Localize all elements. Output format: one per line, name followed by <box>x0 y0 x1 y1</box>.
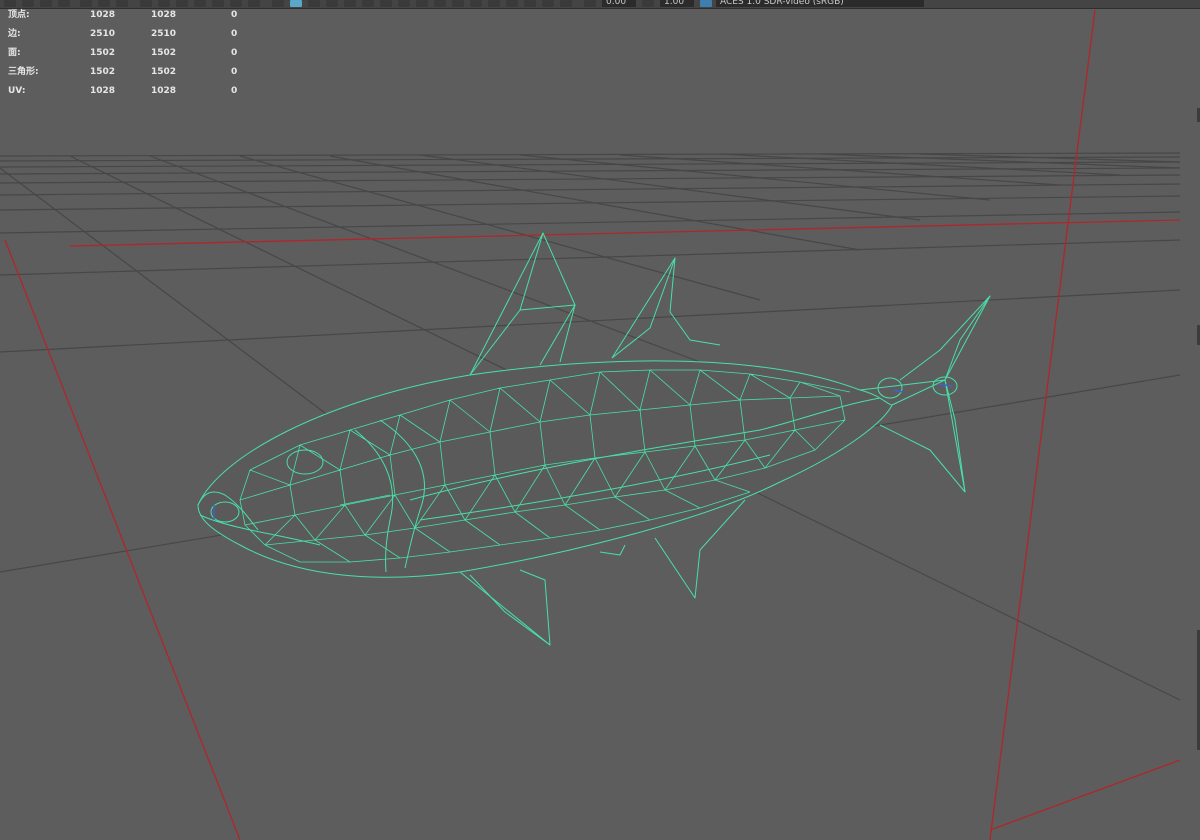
field-chart-icon[interactable] <box>212 0 224 7</box>
hud-row-faces: 面: 1502 1502 0 <box>0 46 260 60</box>
hud-row-triangles: 三角形: 1502 1502 0 <box>0 65 260 79</box>
camera-attributes-icon[interactable] <box>116 0 128 7</box>
scene-canvas[interactable] <box>0 0 1200 840</box>
exposure-field[interactable]: 1.00 <box>660 0 694 7</box>
fish-mesh[interactable] <box>197 232 991 646</box>
hud-value-object: 1502 <box>90 48 116 58</box>
film-gate-icon[interactable] <box>158 0 170 7</box>
exposure-icon[interactable] <box>642 0 654 7</box>
smooth-shade-icon[interactable] <box>290 0 302 7</box>
safe-action-icon[interactable] <box>230 0 242 7</box>
hud-value-components: 0 <box>231 10 238 20</box>
hud-label: 边: <box>8 29 21 39</box>
hud-value-components: 0 <box>231 86 238 96</box>
shadows-icon[interactable] <box>380 0 392 7</box>
image-plane-icon[interactable] <box>58 0 70 7</box>
hud-value-selected: 2510 <box>151 29 177 39</box>
hud-row-uvs: UV: 1028 1028 0 <box>0 84 260 98</box>
hud-value-object: 1028 <box>90 10 116 20</box>
select-camera-icon[interactable] <box>4 0 16 7</box>
hud-row-edges: 边: 2510 2510 0 <box>0 27 260 41</box>
hud-value-selected: 1502 <box>151 67 177 77</box>
hud-value-components: 0 <box>231 29 238 39</box>
gamma-field[interactable]: 0.00 <box>602 0 636 7</box>
hud-row-vertices: 顶点: 1028 1028 0 <box>0 8 260 22</box>
gamma-icon[interactable] <box>584 0 596 7</box>
hud-label: 三角形: <box>8 67 39 77</box>
hud-value-selected: 1028 <box>151 10 177 20</box>
view-transform-dropdown[interactable]: ACES 1.0 SDR-video (sRGB) <box>716 0 906 7</box>
grid-toggle-icon[interactable] <box>140 0 152 7</box>
motion-blur-icon[interactable] <box>416 0 428 7</box>
hud-label: 面: <box>8 48 21 58</box>
isolate-select-icon[interactable] <box>470 0 482 7</box>
2d-pan-zoom-icon[interactable] <box>98 0 110 7</box>
gate-mask-icon[interactable] <box>194 0 206 7</box>
safe-title-icon[interactable] <box>248 0 260 7</box>
hud-value-selected: 1028 <box>151 86 177 96</box>
xray-icon[interactable] <box>344 0 356 7</box>
hud-toggle-icon[interactable] <box>542 0 554 7</box>
use-default-material-icon[interactable] <box>308 0 320 7</box>
hud-value-object: 2510 <box>90 29 116 39</box>
hud-value-selected: 1502 <box>151 48 177 58</box>
use-all-lights-icon[interactable] <box>362 0 374 7</box>
hud-label: UV: <box>8 86 26 96</box>
hud-value-components: 0 <box>231 48 238 58</box>
textured-icon[interactable] <box>506 0 518 7</box>
hud-value-object: 1502 <box>90 67 116 77</box>
uv-toggle-icon[interactable] <box>524 0 536 7</box>
hud-value-components: 0 <box>231 67 238 77</box>
resolution-gate-icon[interactable] <box>176 0 188 7</box>
grease-pencil-icon[interactable] <box>80 0 92 7</box>
multisample-aa-icon[interactable] <box>434 0 446 7</box>
viewport-3d[interactable]: 0.00 1.00 ACES 1.0 SDR-video (sRGB) 顶点: … <box>0 0 1200 840</box>
ambient-occlusion-icon[interactable] <box>398 0 410 7</box>
chevron-down-icon[interactable] <box>906 0 924 7</box>
lock-camera-icon[interactable] <box>22 0 34 7</box>
wireframe-on-shaded-icon[interactable] <box>326 0 338 7</box>
depth-of-field-icon[interactable] <box>452 0 464 7</box>
color-management-icon[interactable] <box>700 0 712 7</box>
wireframe-icon[interactable] <box>272 0 284 7</box>
hud-value-object: 1028 <box>90 86 116 96</box>
resolution-icon[interactable] <box>560 0 572 7</box>
bookmark-icon[interactable] <box>40 0 52 7</box>
xray-joints-icon[interactable] <box>488 0 500 7</box>
hud-label: 顶点: <box>8 10 30 20</box>
